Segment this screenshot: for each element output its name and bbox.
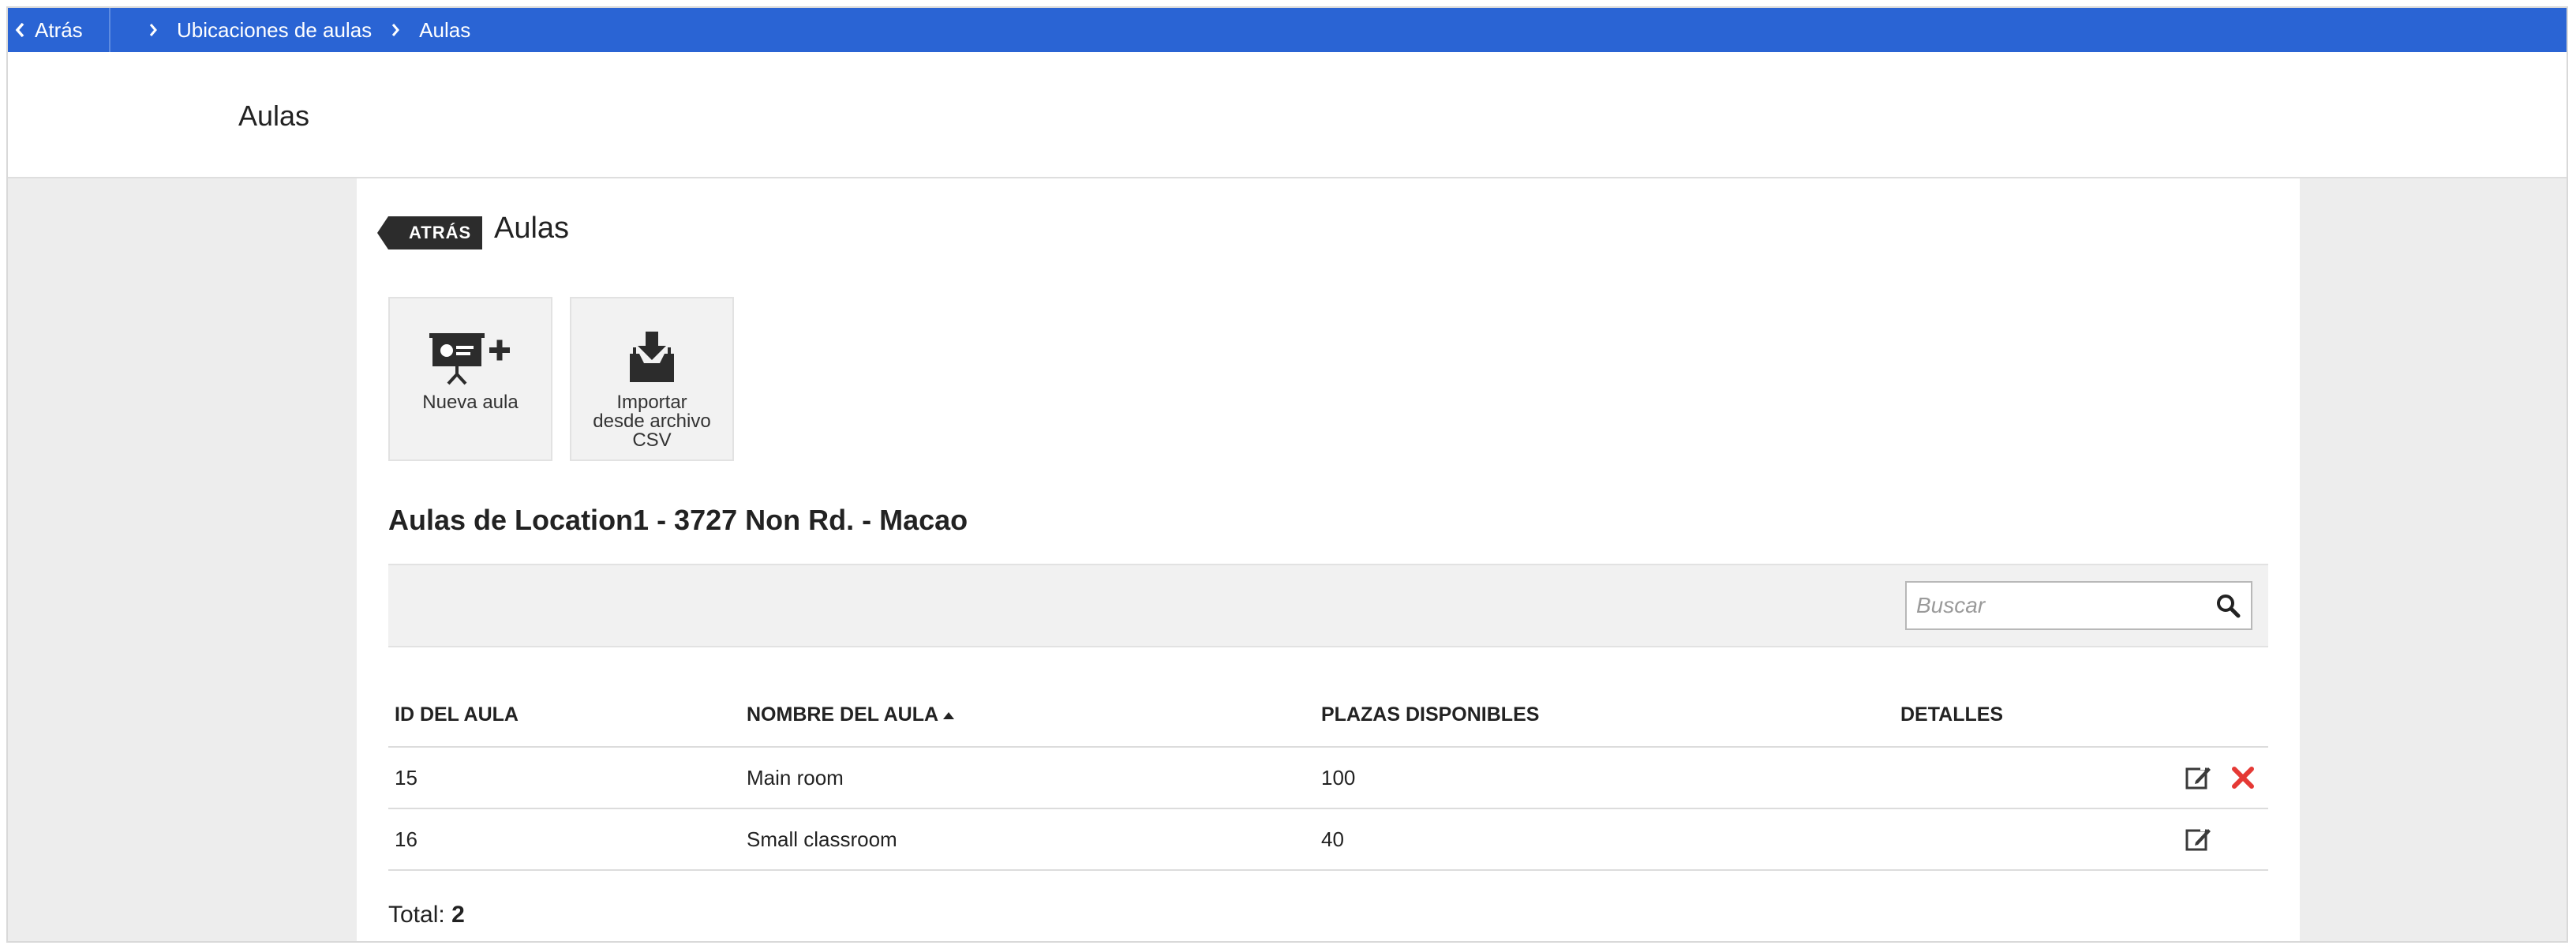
new-classroom-label: Nueva aula bbox=[422, 392, 519, 413]
search-icon[interactable] bbox=[2204, 583, 2251, 628]
column-header-plazas[interactable]: PLAZAS DISPONIBLES bbox=[1315, 684, 1894, 748]
new-classroom-icon bbox=[429, 330, 511, 385]
cell-details bbox=[1894, 747, 2268, 809]
edit-icon[interactable] bbox=[2183, 823, 2215, 855]
table-row: 16 Small classroom 40 bbox=[388, 808, 2268, 871]
new-classroom-button[interactable]: Nueva aula bbox=[388, 297, 552, 461]
section-title: Aulas de Location1 - 3727 Non Rd. - Maca… bbox=[388, 504, 968, 536]
delete-placeholder bbox=[2227, 823, 2259, 855]
search-box bbox=[1905, 581, 2252, 630]
filter-toolbar bbox=[388, 564, 2268, 647]
breadcrumb: Ubicaciones de aulas Aulas bbox=[110, 18, 470, 43]
back-tag-label: ATRÁS bbox=[376, 216, 483, 249]
total-value: 2 bbox=[451, 902, 465, 928]
cell-id: 15 bbox=[388, 747, 740, 809]
panel-title: Aulas bbox=[494, 212, 570, 245]
breadcrumb-item-locations[interactable]: Ubicaciones de aulas bbox=[177, 18, 372, 43]
column-header-name[interactable]: NOMBRE DEL AULA bbox=[740, 684, 1315, 748]
app-frame: Atrás Ubicaciones de aulas Aulas Aulas A… bbox=[6, 6, 2568, 943]
classrooms-table: ID DEL AULA NOMBRE DEL AULA PLAZAS DISPO… bbox=[388, 684, 2268, 871]
cell-plazas: 100 bbox=[1315, 747, 1894, 809]
back-link-label: Atrás bbox=[35, 17, 83, 42]
import-csv-label: Importar desde archivo CSV bbox=[593, 392, 711, 451]
cell-details bbox=[1894, 808, 2268, 871]
edit-icon[interactable] bbox=[2183, 762, 2215, 793]
sort-ascending-icon bbox=[943, 711, 955, 719]
chevron-right-icon bbox=[148, 22, 158, 38]
delete-icon[interactable] bbox=[2227, 762, 2259, 793]
content-panel: ATRÁS Aulas Nueva aula Importar desde ar… bbox=[357, 178, 2300, 941]
column-header-id[interactable]: ID DEL AULA bbox=[388, 684, 740, 748]
import-csv-button[interactable]: Importar desde archivo CSV bbox=[570, 297, 734, 461]
table-row: 15 Main room 100 bbox=[388, 747, 2268, 809]
column-header-details: DETALLES bbox=[1894, 684, 2268, 748]
table-header-row: ID DEL AULA NOMBRE DEL AULA PLAZAS DISPO… bbox=[388, 684, 2268, 748]
top-nav-bar: Atrás Ubicaciones de aulas Aulas bbox=[8, 8, 2567, 52]
back-link[interactable]: Atrás bbox=[8, 8, 110, 52]
total-count: Total: 2 bbox=[388, 902, 465, 928]
page-header: Aulas bbox=[8, 52, 2567, 178]
search-input[interactable] bbox=[1907, 583, 2204, 628]
back-tag-button[interactable]: ATRÁS bbox=[376, 216, 483, 249]
page-title: Aulas bbox=[238, 99, 310, 132]
breadcrumb-item-classrooms[interactable]: Aulas bbox=[419, 18, 470, 43]
cell-name: Main room bbox=[740, 747, 1315, 809]
chevron-right-icon bbox=[391, 22, 400, 38]
cell-name: Small classroom bbox=[740, 808, 1315, 871]
chevron-left-icon bbox=[14, 21, 25, 39]
cell-id: 16 bbox=[388, 808, 740, 871]
import-csv-icon bbox=[627, 330, 677, 385]
cell-plazas: 40 bbox=[1315, 808, 1894, 871]
total-label: Total: bbox=[388, 902, 445, 928]
